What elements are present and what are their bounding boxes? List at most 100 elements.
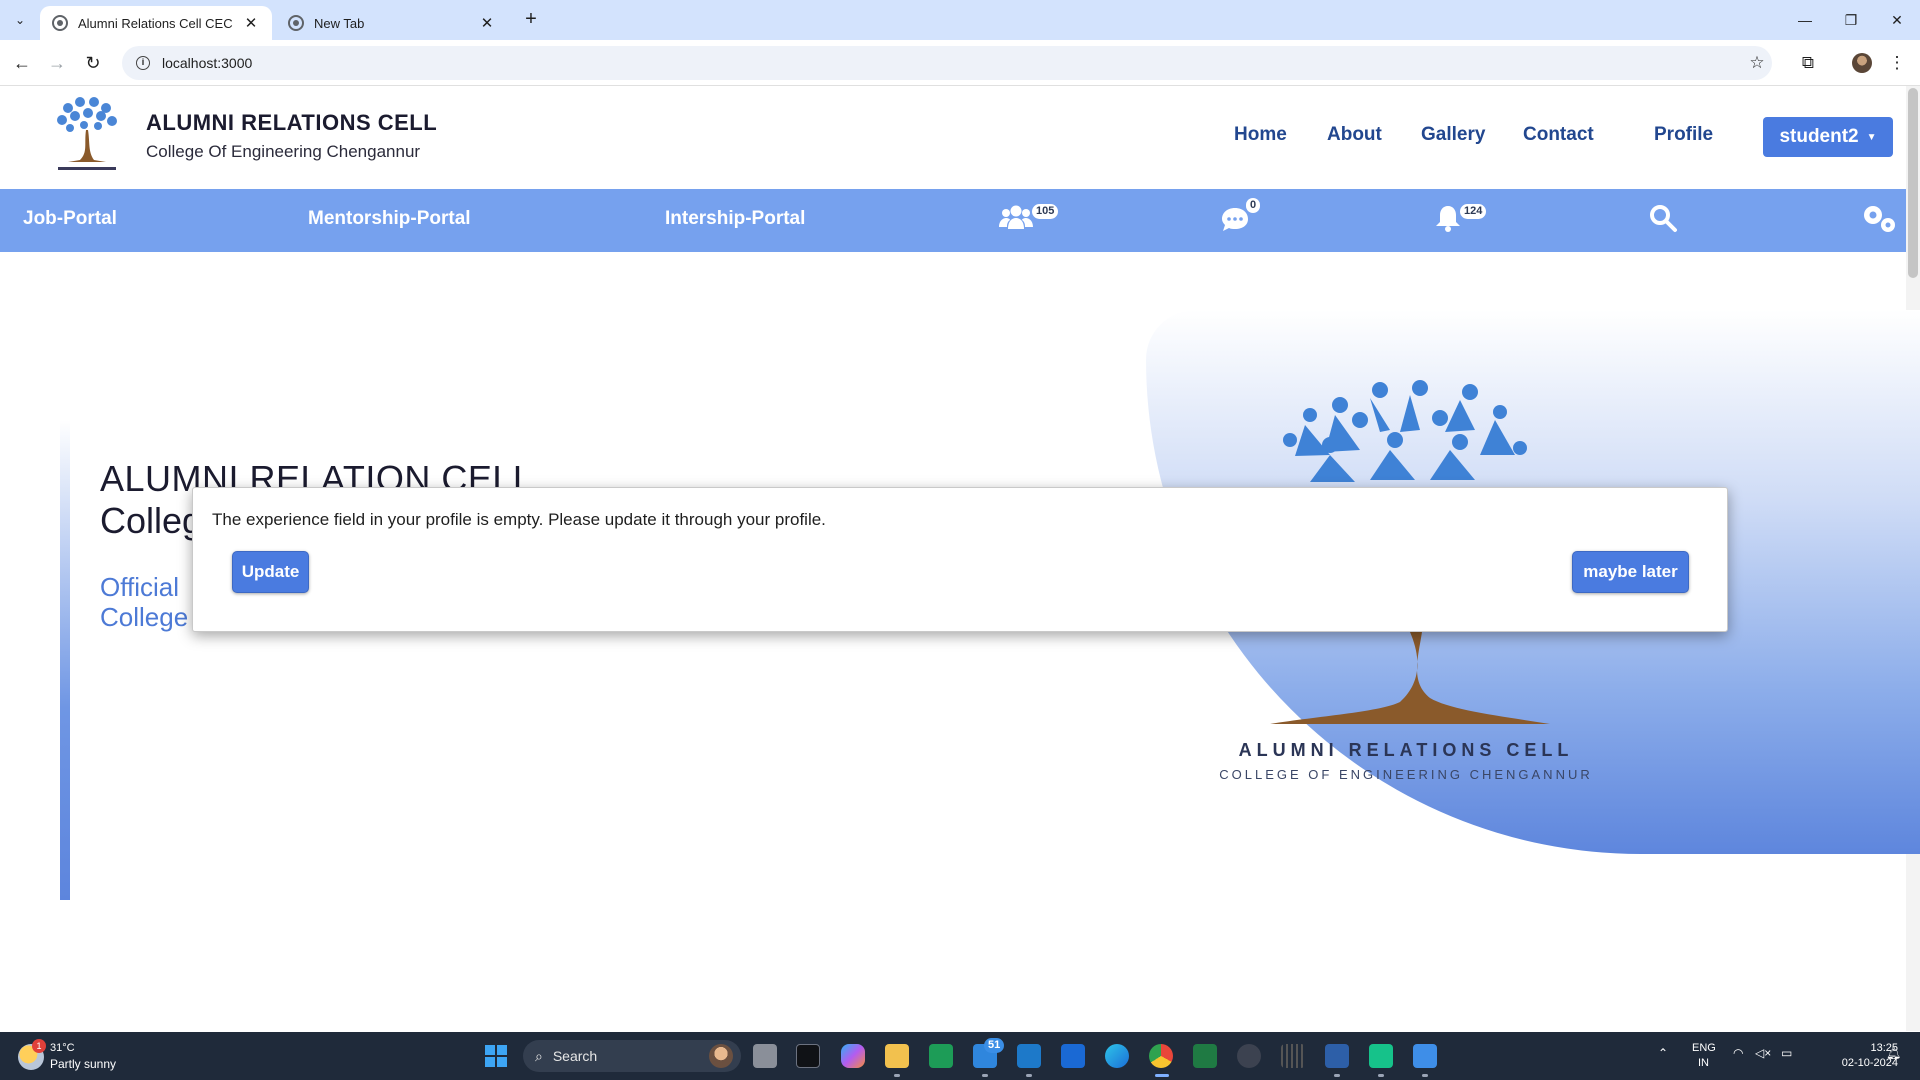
nav-contact[interactable]: Contact: [1523, 124, 1594, 146]
browser-tab-active[interactable]: Alumni Relations Cell CEC ✕: [40, 6, 272, 40]
profile-avatar-icon[interactable]: [1852, 53, 1872, 73]
nav-home[interactable]: Home: [1234, 124, 1287, 146]
extensions-puzzle-icon[interactable]: ⧉: [1797, 52, 1819, 74]
nav-about[interactable]: About: [1327, 124, 1382, 146]
hero-description-line1: Official: [100, 572, 179, 602]
chrome-active-indicator: [1155, 1074, 1169, 1077]
close-window-button[interactable]: ✕: [1874, 0, 1920, 40]
excel-icon[interactable]: [1193, 1044, 1217, 1068]
site-header: ALUMNI RELATIONS CELL College Of Enginee…: [0, 86, 1906, 189]
taskbar-search-box[interactable]: ⌕ Search: [523, 1040, 741, 1072]
windows-taskbar: 1 31°C Partly sunny ⌕ Search 51 ⌃ ENG IN…: [0, 1032, 1920, 1080]
store-icon[interactable]: [1061, 1044, 1085, 1068]
hero-description-line2: College: [100, 602, 189, 632]
tree-trunk-graphic: [1270, 632, 1550, 724]
profile-update-dialog: The experience field in your profile is …: [192, 487, 1728, 632]
weather-condition: Partly sunny: [50, 1057, 117, 1071]
search-highlight-image: [709, 1044, 733, 1068]
browser-menu-icon[interactable]: ⋮: [1886, 52, 1908, 74]
vscode-icon[interactable]: [1017, 1044, 1041, 1068]
weather-badge: 1: [32, 1039, 46, 1053]
tab-close-icon[interactable]: ✕: [478, 14, 496, 32]
terminal-icon[interactable]: [796, 1044, 820, 1068]
mail-running-indicator: [982, 1074, 988, 1077]
tab-close-icon[interactable]: ✕: [242, 14, 260, 32]
chrome-icon[interactable]: [1149, 1044, 1173, 1068]
camera-icon[interactable]: [1237, 1044, 1261, 1068]
notification-bell-icon[interactable]: 🔔︎: [1886, 1046, 1901, 1060]
browser-tab-inactive[interactable]: New Tab ✕: [276, 6, 508, 40]
speaker-muted-icon[interactable]: ◁×: [1755, 1046, 1771, 1060]
dialog-message: The experience field in your profile is …: [212, 510, 826, 529]
pycharm-icon[interactable]: [1369, 1044, 1393, 1068]
user-dropdown-button[interactable]: student2 ▼: [1763, 117, 1893, 157]
hero-subtitle: Colleg: [100, 500, 203, 541]
maybe-later-button[interactable]: maybe later: [1572, 551, 1689, 593]
reload-icon[interactable]: ↻: [80, 50, 106, 76]
logo-caption-subtitle: COLLEGE OF ENGINEERING CHENGANNUR: [1219, 767, 1593, 782]
notifications-badge: 124: [1460, 204, 1487, 219]
battery-icon[interactable]: ▭: [1781, 1046, 1792, 1060]
notifications-bell-icon[interactable]: 124: [1434, 203, 1487, 238]
edge-icon[interactable]: [1105, 1044, 1129, 1068]
logo-caption-title: ALUMNI RELATIONS CELL: [1238, 740, 1574, 760]
minimize-button[interactable]: —: [1782, 0, 1828, 40]
address-bar[interactable]: i localhost:3000: [122, 46, 1772, 80]
settings-gears-icon[interactable]: [1861, 203, 1897, 240]
notepad-icon[interactable]: [1413, 1044, 1437, 1068]
pycharm-running-indicator: [1378, 1074, 1384, 1077]
url-text: localhost:3000: [162, 55, 253, 71]
notepad-running-indicator: [1422, 1074, 1428, 1077]
language-indicator-top[interactable]: ENG: [1692, 1042, 1716, 1054]
nav-profile[interactable]: Profile: [1654, 124, 1713, 146]
internship-portal-link[interactable]: Intership-Portal: [665, 208, 805, 230]
tab-title: Alumni Relations Cell CEC: [78, 15, 233, 31]
weather-temperature: 31°C: [50, 1042, 75, 1054]
messages-badge: 0: [1246, 198, 1261, 213]
vscode-running-indicator: [1026, 1074, 1032, 1077]
caret-down-icon: ▼: [1866, 131, 1877, 143]
globe-favicon-icon: [52, 15, 68, 31]
tab-search-chevron-icon[interactable]: ⌄: [8, 8, 32, 32]
windows-start-icon[interactable]: [485, 1045, 507, 1067]
connections-users-icon[interactable]: 105: [998, 203, 1059, 238]
snipping-tool-icon[interactable]: [1325, 1044, 1349, 1068]
brand-title: ALUMNI RELATIONS CELL: [146, 110, 438, 135]
search-icon[interactable]: [1648, 203, 1678, 238]
back-arrow-icon[interactable]: ←: [9, 50, 35, 76]
mail-badge: 51: [984, 1038, 1005, 1053]
browser-tab-strip: ⌄ Alumni Relations Cell CEC ✕ New Tab ✕ …: [0, 0, 1920, 40]
globe-favicon-icon: [288, 15, 304, 31]
job-portal-link[interactable]: Job-Portal: [23, 208, 117, 230]
restore-button[interactable]: ❐: [1828, 0, 1874, 40]
site-info-icon[interactable]: i: [136, 56, 150, 70]
brand-subtitle: College Of Engineering Chengannur: [146, 142, 421, 161]
browser-toolbar: ← → ↻ i localhost:3000 ☆ ⧉ ⋮: [0, 40, 1920, 86]
bookmark-star-icon[interactable]: ☆: [1746, 52, 1768, 74]
connections-badge: 105: [1032, 204, 1059, 219]
hero-accent-bar: [60, 420, 70, 900]
task-view-icon[interactable]: [753, 1044, 777, 1068]
search-icon: ⌕: [535, 1047, 543, 1064]
messages-chat-icon[interactable]: 0: [1220, 198, 1261, 238]
taskbar-search-label: Search: [552, 1048, 598, 1064]
tray-chevron-up-icon[interactable]: ⌃: [1658, 1046, 1668, 1060]
forward-arrow-icon[interactable]: →: [44, 50, 70, 76]
tab-title: New Tab: [314, 15, 365, 31]
user-name: student2: [1779, 126, 1859, 147]
snipping-running-indicator: [1334, 1074, 1340, 1077]
classroom-app-icon[interactable]: [929, 1044, 953, 1068]
wifi-icon[interactable]: ◠: [1733, 1046, 1743, 1060]
nav-gallery[interactable]: Gallery: [1421, 124, 1485, 146]
language-indicator-bottom[interactable]: IN: [1698, 1057, 1709, 1069]
app-striped-icon[interactable]: [1281, 1044, 1305, 1068]
mentorship-portal-link[interactable]: Mentorship-Portal: [308, 208, 471, 230]
update-button[interactable]: Update: [232, 551, 309, 593]
alumni-cell-logo: [57, 97, 117, 170]
page-scrollbar-thumb[interactable]: [1908, 88, 1918, 278]
copilot-icon[interactable]: [841, 1044, 865, 1068]
file-explorer-running-indicator: [894, 1074, 900, 1077]
new-tab-button[interactable]: +: [520, 8, 542, 30]
portal-nav-bar: Job-Portal Mentorship-Portal Intership-P…: [0, 189, 1906, 252]
file-explorer-icon[interactable]: [885, 1044, 909, 1068]
